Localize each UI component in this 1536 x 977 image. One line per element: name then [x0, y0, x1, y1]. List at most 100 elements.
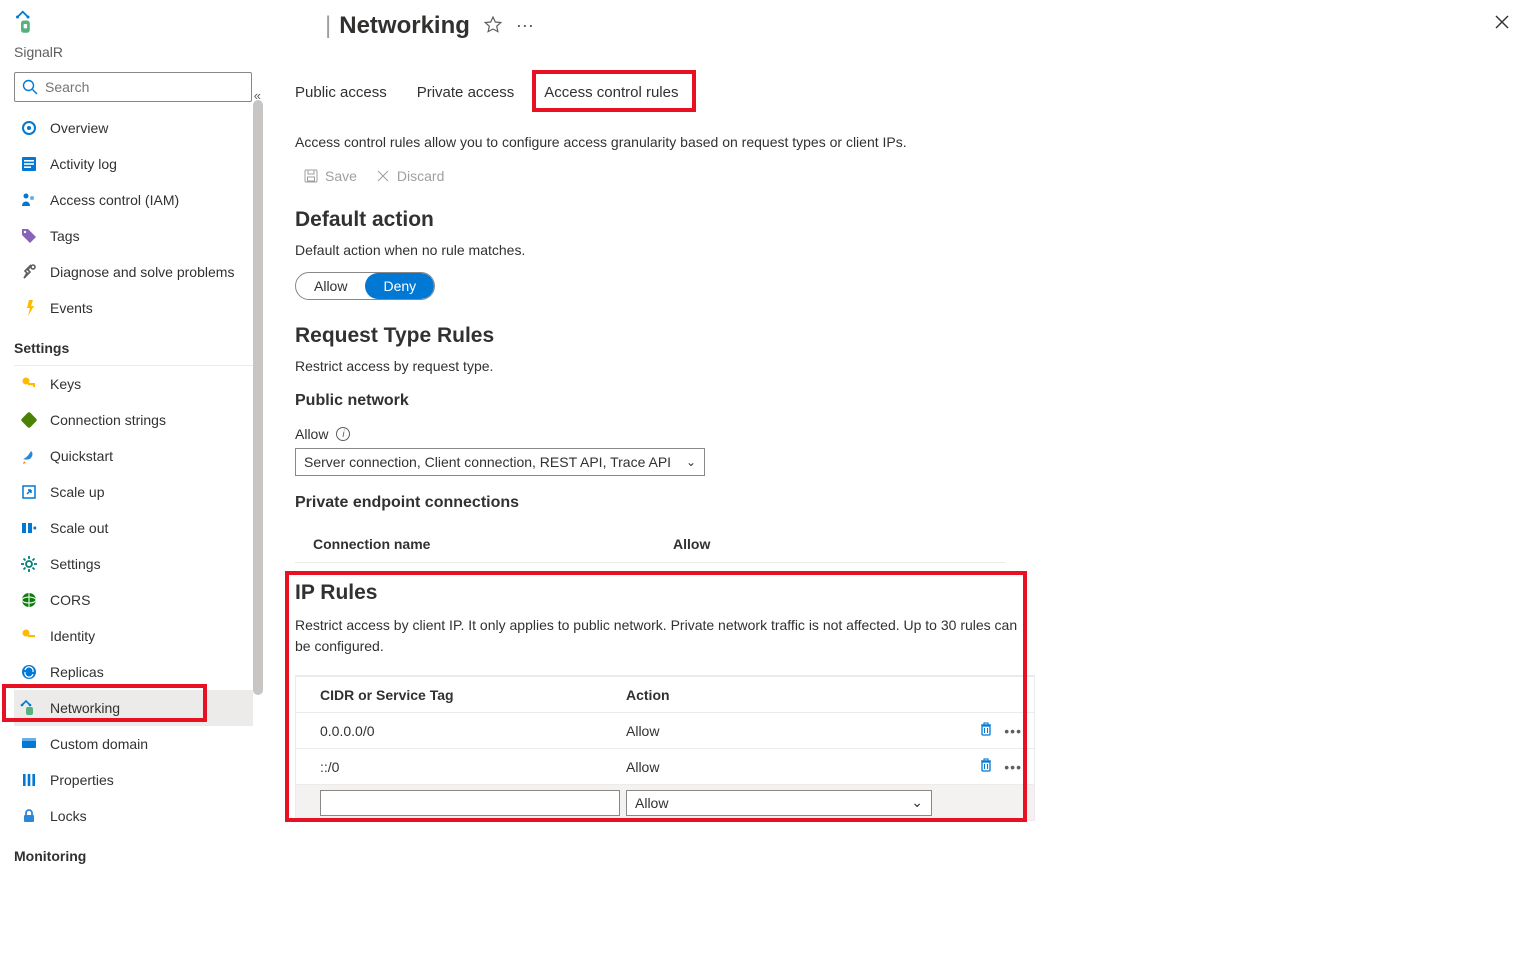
- tab-public-access[interactable]: Public access: [295, 84, 387, 112]
- chevron-down-icon: ⌄: [911, 794, 923, 811]
- connection-strings-icon: [20, 411, 38, 429]
- search-icon: [22, 79, 38, 95]
- ip-rule-row: 0.0.0.0/0 Allow •••: [296, 712, 1034, 748]
- favorite-icon[interactable]: [484, 16, 502, 37]
- ip-col-action: Action: [626, 687, 946, 703]
- sidebar-item-quickstart[interactable]: Quickstart: [14, 438, 253, 474]
- signalr-icon: [14, 10, 42, 38]
- search-input[interactable]: [14, 72, 252, 102]
- locks-icon: [20, 807, 38, 825]
- sidebar-item-events[interactable]: Events: [14, 290, 253, 326]
- request-type-heading: Request Type Rules: [295, 324, 1536, 348]
- default-action-deny[interactable]: Deny: [365, 273, 434, 299]
- acl-description: Access control rules allow you to config…: [295, 134, 1536, 150]
- allow-dropdown-value: Server connection, Client connection, RE…: [304, 454, 671, 470]
- row-more-icon[interactable]: •••: [1004, 759, 1022, 775]
- request-type-desc: Restrict access by request type.: [295, 358, 1536, 374]
- identity-icon: [20, 627, 38, 645]
- sidebar-item-connection-strings[interactable]: Connection strings: [14, 402, 253, 438]
- sidebar-item-settings[interactable]: Settings: [14, 546, 253, 582]
- sidebar-item-keys[interactable]: Keys: [14, 366, 253, 402]
- sidebar-scrollbar[interactable]: [251, 100, 265, 860]
- delete-rule-icon[interactable]: [978, 721, 994, 740]
- sidebar-group-monitoring: Monitoring: [14, 838, 253, 874]
- new-cidr-input[interactable]: [320, 790, 620, 816]
- sidebar-item-label: Activity log: [50, 156, 117, 172]
- sidebar-item-label: CORS: [50, 592, 90, 608]
- sidebar-item-cors[interactable]: CORS: [14, 582, 253, 618]
- discard-button[interactable]: Discard: [375, 168, 444, 184]
- ip-rule-cidr: 0.0.0.0/0: [296, 723, 626, 739]
- tabs: Public access Private access Access cont…: [295, 84, 1536, 112]
- ip-rule-row: ::/0 Allow •••: [296, 748, 1034, 784]
- sidebar-item-properties[interactable]: Properties: [14, 762, 253, 798]
- sidebar-item-label: Quickstart: [50, 448, 113, 464]
- sidebar-item-label: Identity: [50, 628, 95, 644]
- default-action-toggle: Allow Deny: [295, 272, 435, 300]
- custom-domain-icon: [20, 735, 38, 753]
- sidebar-item-label: Custom domain: [50, 736, 148, 752]
- sidebar-item-activity-log[interactable]: Activity log: [14, 146, 253, 182]
- public-network-heading: Public network: [295, 392, 1536, 410]
- chevron-down-icon: ⌄: [686, 455, 696, 469]
- sidebar-scroll-thumb[interactable]: [253, 100, 263, 695]
- sidebar-item-label: Tags: [50, 228, 80, 244]
- sidebar-item-label: Properties: [50, 772, 114, 788]
- info-icon[interactable]: i: [336, 427, 350, 441]
- scale-out-icon: [20, 519, 38, 537]
- sidebar-item-label: Networking: [50, 700, 120, 716]
- sidebar-item-label: Access control (IAM): [50, 192, 179, 208]
- allow-request-types-dropdown[interactable]: Server connection, Client connection, RE…: [295, 448, 705, 476]
- ip-rule-action: Allow: [626, 759, 946, 775]
- pe-heading: Private endpoint connections: [295, 494, 1536, 512]
- sidebar-item-label: Overview: [50, 120, 108, 136]
- sidebar-item-label: Keys: [50, 376, 81, 392]
- default-action-allow[interactable]: Allow: [296, 273, 365, 299]
- ip-rules-desc: Restrict access by client IP. It only ap…: [295, 615, 1035, 657]
- ip-col-cidr: CIDR or Service Tag: [296, 687, 626, 703]
- tab-access-control-rules[interactable]: Access control rules: [544, 84, 678, 112]
- sidebar-item-label: Events: [50, 300, 93, 316]
- sidebar-item-access-control[interactable]: Access control (IAM): [14, 182, 253, 218]
- more-menu-icon[interactable]: ⋯: [516, 16, 534, 37]
- title-separator: |: [325, 12, 331, 40]
- sidebar-item-diagnose[interactable]: Diagnose and solve problems: [14, 254, 253, 290]
- sidebar-item-overview[interactable]: Overview: [14, 110, 253, 146]
- page-title: Networking: [339, 12, 470, 40]
- tags-icon: [20, 227, 38, 245]
- iam-icon: [20, 191, 38, 209]
- pe-table: Connection name Allow: [295, 526, 1005, 563]
- sidebar-item-replicas[interactable]: Replicas: [14, 654, 253, 690]
- row-more-icon[interactable]: •••: [1004, 723, 1022, 739]
- sidebar-item-label: Settings: [50, 556, 101, 572]
- sidebar-item-scale-out[interactable]: Scale out: [14, 510, 253, 546]
- sidebar-item-label: Diagnose and solve problems: [50, 264, 234, 280]
- sidebar-item-tags[interactable]: Tags: [14, 218, 253, 254]
- delete-rule-icon[interactable]: [978, 757, 994, 776]
- sidebar-item-label: Connection strings: [50, 412, 166, 428]
- save-button[interactable]: Save: [303, 168, 357, 184]
- sidebar-item-networking[interactable]: Networking: [14, 690, 253, 726]
- sidebar-item-locks[interactable]: Locks: [14, 798, 253, 834]
- main-pane: | Networking ⋯ Public access Private acc…: [265, 0, 1536, 977]
- sidebar-group-settings: Settings: [14, 330, 253, 366]
- resource-type-label: SignalR: [14, 44, 253, 60]
- ip-rules-heading: IP Rules: [295, 581, 1035, 605]
- activity-log-icon: [20, 155, 38, 173]
- sidebar-item-label: Locks: [50, 808, 87, 824]
- diagnose-icon: [20, 263, 38, 281]
- sidebar-item-identity[interactable]: Identity: [14, 618, 253, 654]
- replicas-icon: [20, 663, 38, 681]
- tab-private-access[interactable]: Private access: [417, 84, 515, 112]
- sidebar: SignalR « Overview Activity log Access c…: [0, 0, 265, 977]
- sidebar-item-custom-domain[interactable]: Custom domain: [14, 726, 253, 762]
- sidebar-item-label: Scale up: [50, 484, 104, 500]
- properties-icon: [20, 771, 38, 789]
- ip-rules-table: CIDR or Service Tag Action 0.0.0.0/0 All…: [295, 675, 1035, 821]
- close-icon[interactable]: [1494, 14, 1510, 33]
- new-action-select[interactable]: Allow ⌄: [626, 790, 932, 816]
- overview-icon: [20, 119, 38, 137]
- sidebar-item-scale-up[interactable]: Scale up: [14, 474, 253, 510]
- default-action-heading: Default action: [295, 208, 1536, 232]
- pe-col-allow: Allow: [673, 536, 1005, 552]
